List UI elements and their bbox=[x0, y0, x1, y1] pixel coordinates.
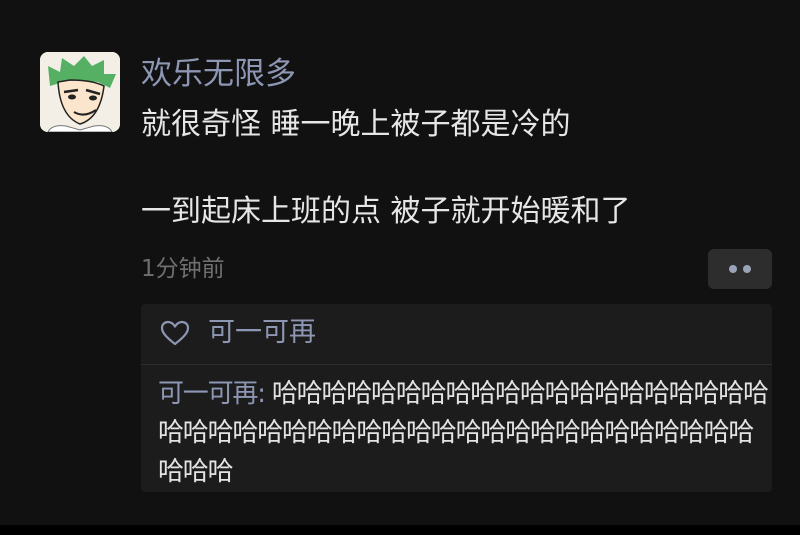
post-content-line: 就很奇怪 睡一晚上被子都是冷的 bbox=[141, 107, 571, 142]
likes-comments-panel: 可一可再 可一可再: 哈哈哈哈哈哈哈哈哈哈哈哈哈哈哈哈哈哈哈哈哈哈哈哈哈哈哈哈哈… bbox=[141, 304, 772, 492]
likes-row: 可一可再 bbox=[141, 304, 772, 362]
more-actions-button[interactable] bbox=[708, 249, 772, 289]
more-dots-icon bbox=[743, 265, 751, 273]
bottom-edge bbox=[0, 525, 800, 535]
comment-author[interactable]: 可一可再: bbox=[158, 379, 266, 409]
avatar[interactable] bbox=[40, 52, 120, 132]
cartoon-avatar-icon bbox=[40, 52, 120, 132]
post-timestamp: 1分钟前 bbox=[141, 256, 225, 282]
liker-name[interactable]: 可一可再 bbox=[208, 313, 316, 353]
heart-icon bbox=[160, 320, 190, 346]
post-content-line: 一到起床上班的点 被子就开始暖和了 bbox=[141, 194, 631, 229]
comment-item[interactable]: 可一可再: 哈哈哈哈哈哈哈哈哈哈哈哈哈哈哈哈哈哈哈哈哈哈哈哈哈哈哈哈哈哈哈哈哈哈… bbox=[158, 375, 772, 492]
more-dots-icon bbox=[729, 265, 737, 273]
post-username[interactable]: 欢乐无限多 bbox=[141, 52, 296, 96]
divider bbox=[141, 364, 772, 365]
